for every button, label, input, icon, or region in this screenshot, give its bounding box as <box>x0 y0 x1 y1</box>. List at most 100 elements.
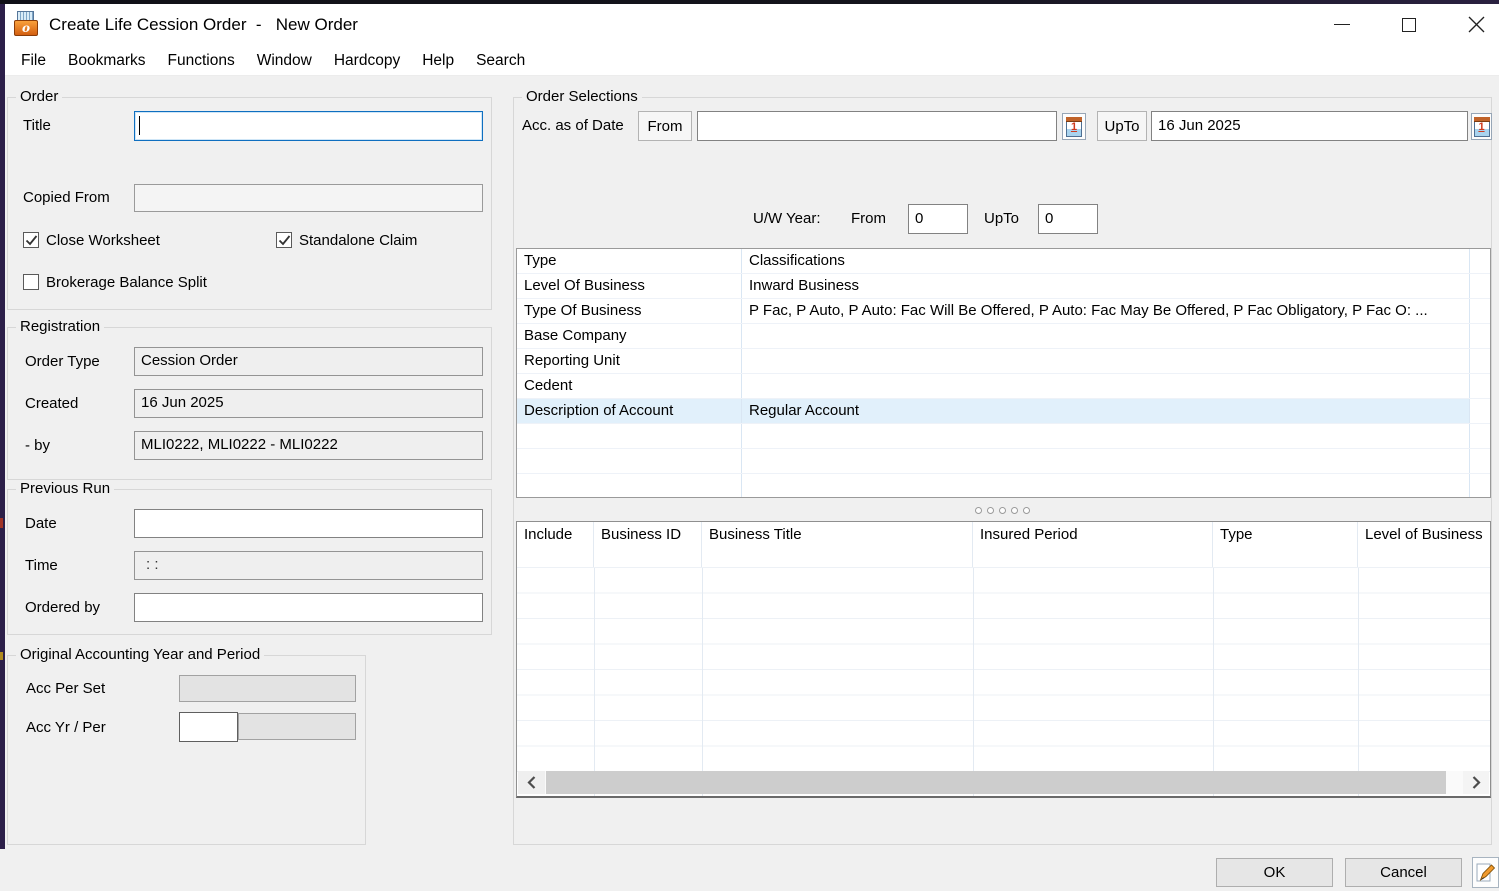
copied-from-label: Copied From <box>23 184 110 212</box>
prev-date-field[interactable] <box>134 509 483 538</box>
table-row[interactable]: Reporting Unit <box>517 349 1490 374</box>
upto-tag: UpTo <box>1097 111 1147 141</box>
brokerage-balance-split-label: Brokerage Balance Split <box>46 274 207 292</box>
order-group: Order Title Copied From Close Worksheet … <box>7 97 492 310</box>
maximize-button[interactable] <box>1386 4 1432 45</box>
minimize-button[interactable] <box>1319 4 1365 45</box>
upto-date-picker-button[interactable]: 1 <box>1471 113 1492 140</box>
created-by-field: MLI0222, MLI0222 - MLI0222 <box>134 431 483 460</box>
dot-icon <box>999 507 1006 514</box>
dot-icon <box>1011 507 1018 514</box>
order-group-label: Order <box>16 88 62 106</box>
calendar-icon: 1 <box>1066 117 1082 137</box>
from-date-picker-button[interactable]: 1 <box>1062 113 1086 140</box>
menu-bookmarks[interactable]: Bookmarks <box>57 45 157 76</box>
registration-group: Registration Order Type Cession Order Cr… <box>7 327 492 480</box>
table-row-empty[interactable] <box>517 424 1490 449</box>
menu-search[interactable]: Search <box>465 45 536 76</box>
horizontal-scrollbar[interactable] <box>518 771 1489 794</box>
close-icon <box>1468 16 1485 33</box>
original-accounting-group: Original Accounting Year and Period Acc … <box>7 655 366 845</box>
table-row-empty[interactable] <box>517 474 1490 498</box>
order-type-field: Cession Order <box>134 347 483 376</box>
acc-yr-per-label: Acc Yr / Per <box>26 713 106 742</box>
uw-from-label: From <box>851 204 886 234</box>
col-type-header: Type <box>1213 522 1358 567</box>
app-icon: o <box>14 11 40 36</box>
desktop-left-edge <box>0 4 5 849</box>
ordered-by-field[interactable] <box>134 593 483 622</box>
uw-upto-input[interactable]: 0 <box>1038 204 1098 234</box>
dot-icon <box>1023 507 1030 514</box>
dot-icon <box>987 507 994 514</box>
dot-icon <box>975 507 982 514</box>
acc-per-set-label: Acc Per Set <box>26 675 105 702</box>
menu-help[interactable]: Help <box>411 45 465 76</box>
prev-time-label: Time <box>25 551 58 580</box>
business-table-body[interactable] <box>517 568 1490 796</box>
order-type-label: Order Type <box>25 347 100 376</box>
col-business-title-header: Business Title <box>702 522 973 567</box>
table-row[interactable]: Level Of Business Inward Business <box>517 274 1490 299</box>
menu-window[interactable]: Window <box>246 45 323 76</box>
table-row[interactable]: Base Company <box>517 324 1490 349</box>
scroll-left-button[interactable] <box>518 771 545 794</box>
prev-time-field: : : <box>134 551 483 580</box>
menu-file[interactable]: File <box>10 45 57 76</box>
pencil-icon <box>1475 862 1496 883</box>
menu-functions[interactable]: Functions <box>157 45 246 76</box>
prev-date-label: Date <box>25 509 57 538</box>
previous-run-group-label: Previous Run <box>16 480 114 498</box>
acc-per-dropdown[interactable] <box>238 713 356 740</box>
registration-group-label: Registration <box>16 318 104 336</box>
menu-hardcopy[interactable]: Hardcopy <box>323 45 411 76</box>
col-type-header: Type <box>517 249 742 273</box>
minimize-icon <box>1334 24 1350 25</box>
scrollbar-thumb[interactable] <box>546 771 1446 794</box>
original-accounting-group-label: Original Accounting Year and Period <box>16 646 264 664</box>
cancel-button[interactable]: Cancel <box>1345 858 1462 887</box>
col-classifications-header: Classifications <box>742 249 1470 273</box>
order-selections-group-label: Order Selections <box>522 88 642 106</box>
table-row[interactable]: Type Of Business P Fac, P Auto, P Auto: … <box>517 299 1490 324</box>
col-level-of-business-header: Level of Business <box>1358 522 1490 567</box>
menu-bar: File Bookmarks Functions Window Hardcopy… <box>5 45 1499 76</box>
brokerage-balance-split-checkbox[interactable] <box>23 274 39 290</box>
copied-from-field[interactable] <box>134 184 483 212</box>
standalone-claim-label: Standalone Claim <box>299 232 417 250</box>
order-selections-group: Order Selections Acc. as of Date From 1 … <box>513 97 1492 845</box>
maximize-icon <box>1402 18 1416 32</box>
acc-yr-input[interactable] <box>179 712 238 742</box>
created-field: 16 Jun 2025 <box>134 389 483 418</box>
close-worksheet-label: Close Worksheet <box>46 232 160 250</box>
desktop-speck <box>0 518 3 528</box>
from-tag: From <box>638 111 692 141</box>
title-label: Title <box>23 111 51 141</box>
scroll-right-button[interactable] <box>1463 771 1489 794</box>
classification-header-row: Type Classifications <box>517 249 1490 274</box>
acc-as-of-date-label: Acc. as of Date <box>522 111 624 141</box>
table-row[interactable]: Cedent <box>517 374 1490 399</box>
close-worksheet-checkbox[interactable] <box>23 232 39 248</box>
splitter-dots-handle[interactable] <box>514 505 1491 515</box>
title-input[interactable] <box>134 111 483 141</box>
acc-upto-date-input[interactable]: 16 Jun 2025 <box>1151 111 1468 141</box>
edit-note-button[interactable] <box>1472 857 1499 888</box>
business-table: Include Business ID Business Title Insur… <box>516 521 1491 798</box>
table-row-empty[interactable] <box>517 449 1490 474</box>
ordered-by-label: Ordered by <box>25 593 100 622</box>
close-button[interactable] <box>1453 4 1499 45</box>
acc-from-date-input[interactable] <box>697 111 1057 141</box>
acc-per-set-dropdown[interactable] <box>179 675 356 702</box>
title-bar: o Create Life Cession Order - New Order <box>5 4 1499 45</box>
desktop-speck <box>0 652 3 660</box>
ok-button[interactable]: OK <box>1216 858 1333 887</box>
standalone-claim-checkbox[interactable] <box>276 232 292 248</box>
col-business-id-header: Business ID <box>594 522 702 567</box>
window-title: Create Life Cession Order - New Order <box>49 4 358 45</box>
chevron-right-icon <box>1472 776 1481 789</box>
table-row-selected[interactable]: Description of Account Regular Account <box>517 399 1490 424</box>
text-caret <box>139 116 140 135</box>
uw-from-input[interactable]: 0 <box>908 204 968 234</box>
chevron-left-icon <box>527 776 536 789</box>
